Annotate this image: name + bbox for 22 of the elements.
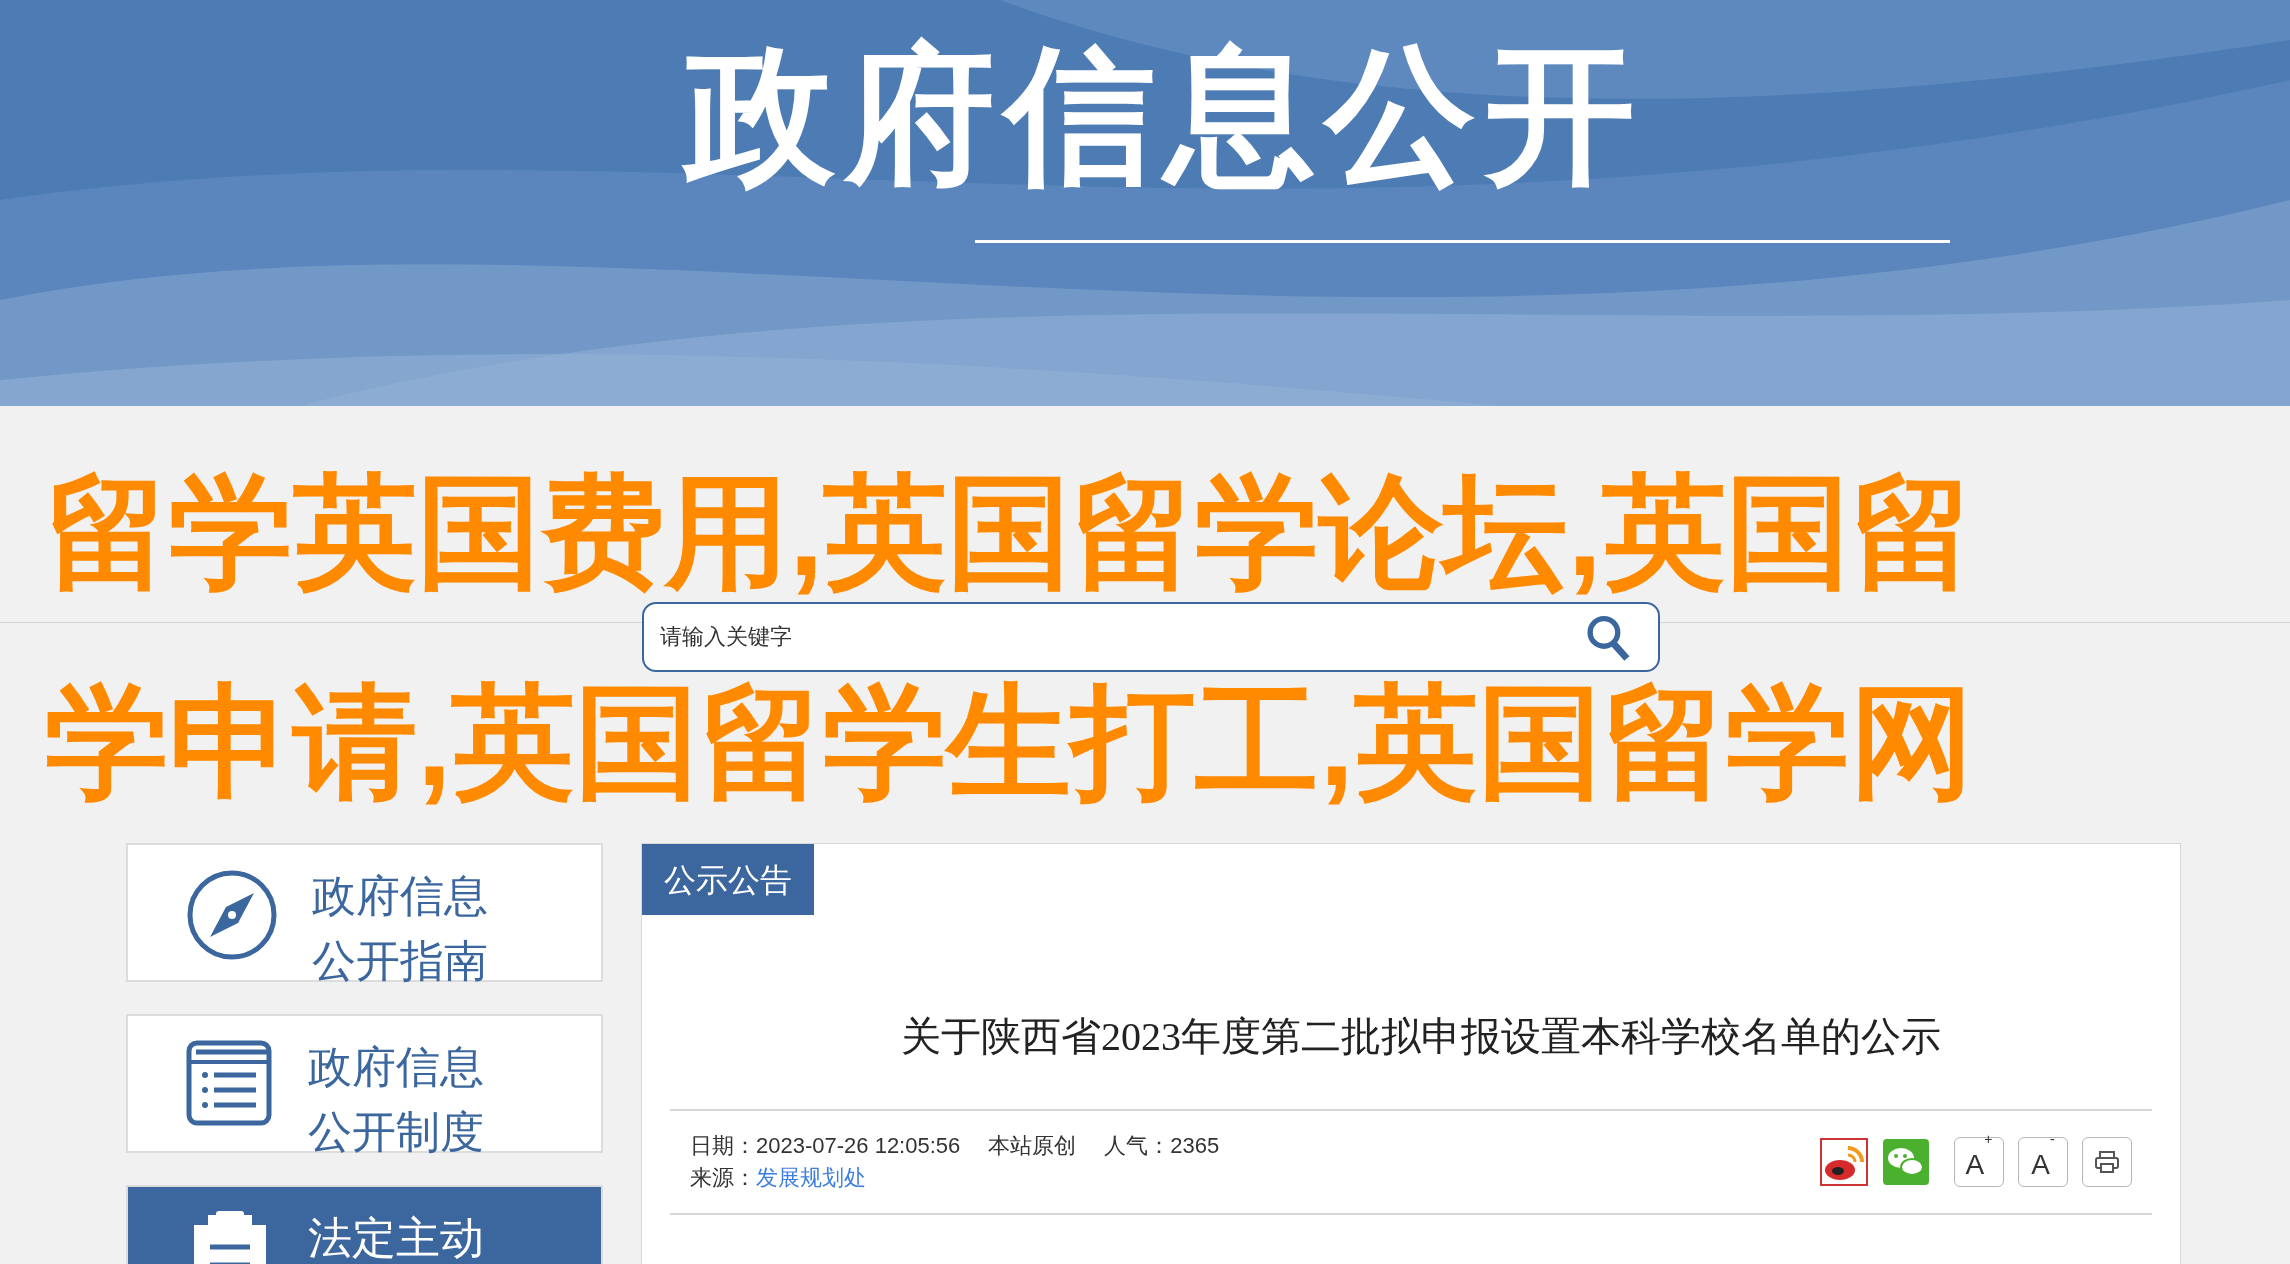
sidebar-item[interactable]: 法定主动 [126, 1185, 603, 1264]
sidebar-item-label: 法定主动 [308, 1212, 484, 1264]
notice-tab[interactable]: 公示公告 [642, 844, 814, 915]
sidebar-item-label: 政府信息 [312, 870, 488, 922]
article-title: 关于陕西省2023年度第二批拟申报设置本科学校名单的公示 [900, 1013, 1942, 1061]
wechat-icon[interactable] [1882, 1138, 1930, 1186]
print-button[interactable] [2082, 1137, 2132, 1187]
compass-icon [186, 869, 278, 961]
source-link[interactable]: 发展规划处 [756, 1162, 866, 1194]
views-text: 人气：2365 [1104, 1132, 1220, 1160]
date-text: 日期：2023-07-26 12:05:56 [690, 1132, 961, 1160]
page-title: 学申请,英国留学生打工,英国留学网 [45, 678, 1974, 806]
sidebar-item[interactable]: 政府信息 公开制度 [126, 1014, 603, 1153]
origin-text: 本站原创 [988, 1132, 1077, 1160]
page-title: 留学英国费用,英国留学论坛,英国留 [45, 468, 1974, 596]
weibo-icon[interactable] [1820, 1138, 1868, 1186]
sidebar-item[interactable]: 政府信息 公开指南 [126, 843, 603, 982]
source-label: 来源： [690, 1164, 756, 1192]
sidebar-item-label: 政府信息 [308, 1041, 484, 1093]
printer-icon [2094, 1150, 2120, 1174]
search-field[interactable]: 请输入关键字 [642, 602, 1660, 672]
list-icon [186, 1040, 274, 1126]
